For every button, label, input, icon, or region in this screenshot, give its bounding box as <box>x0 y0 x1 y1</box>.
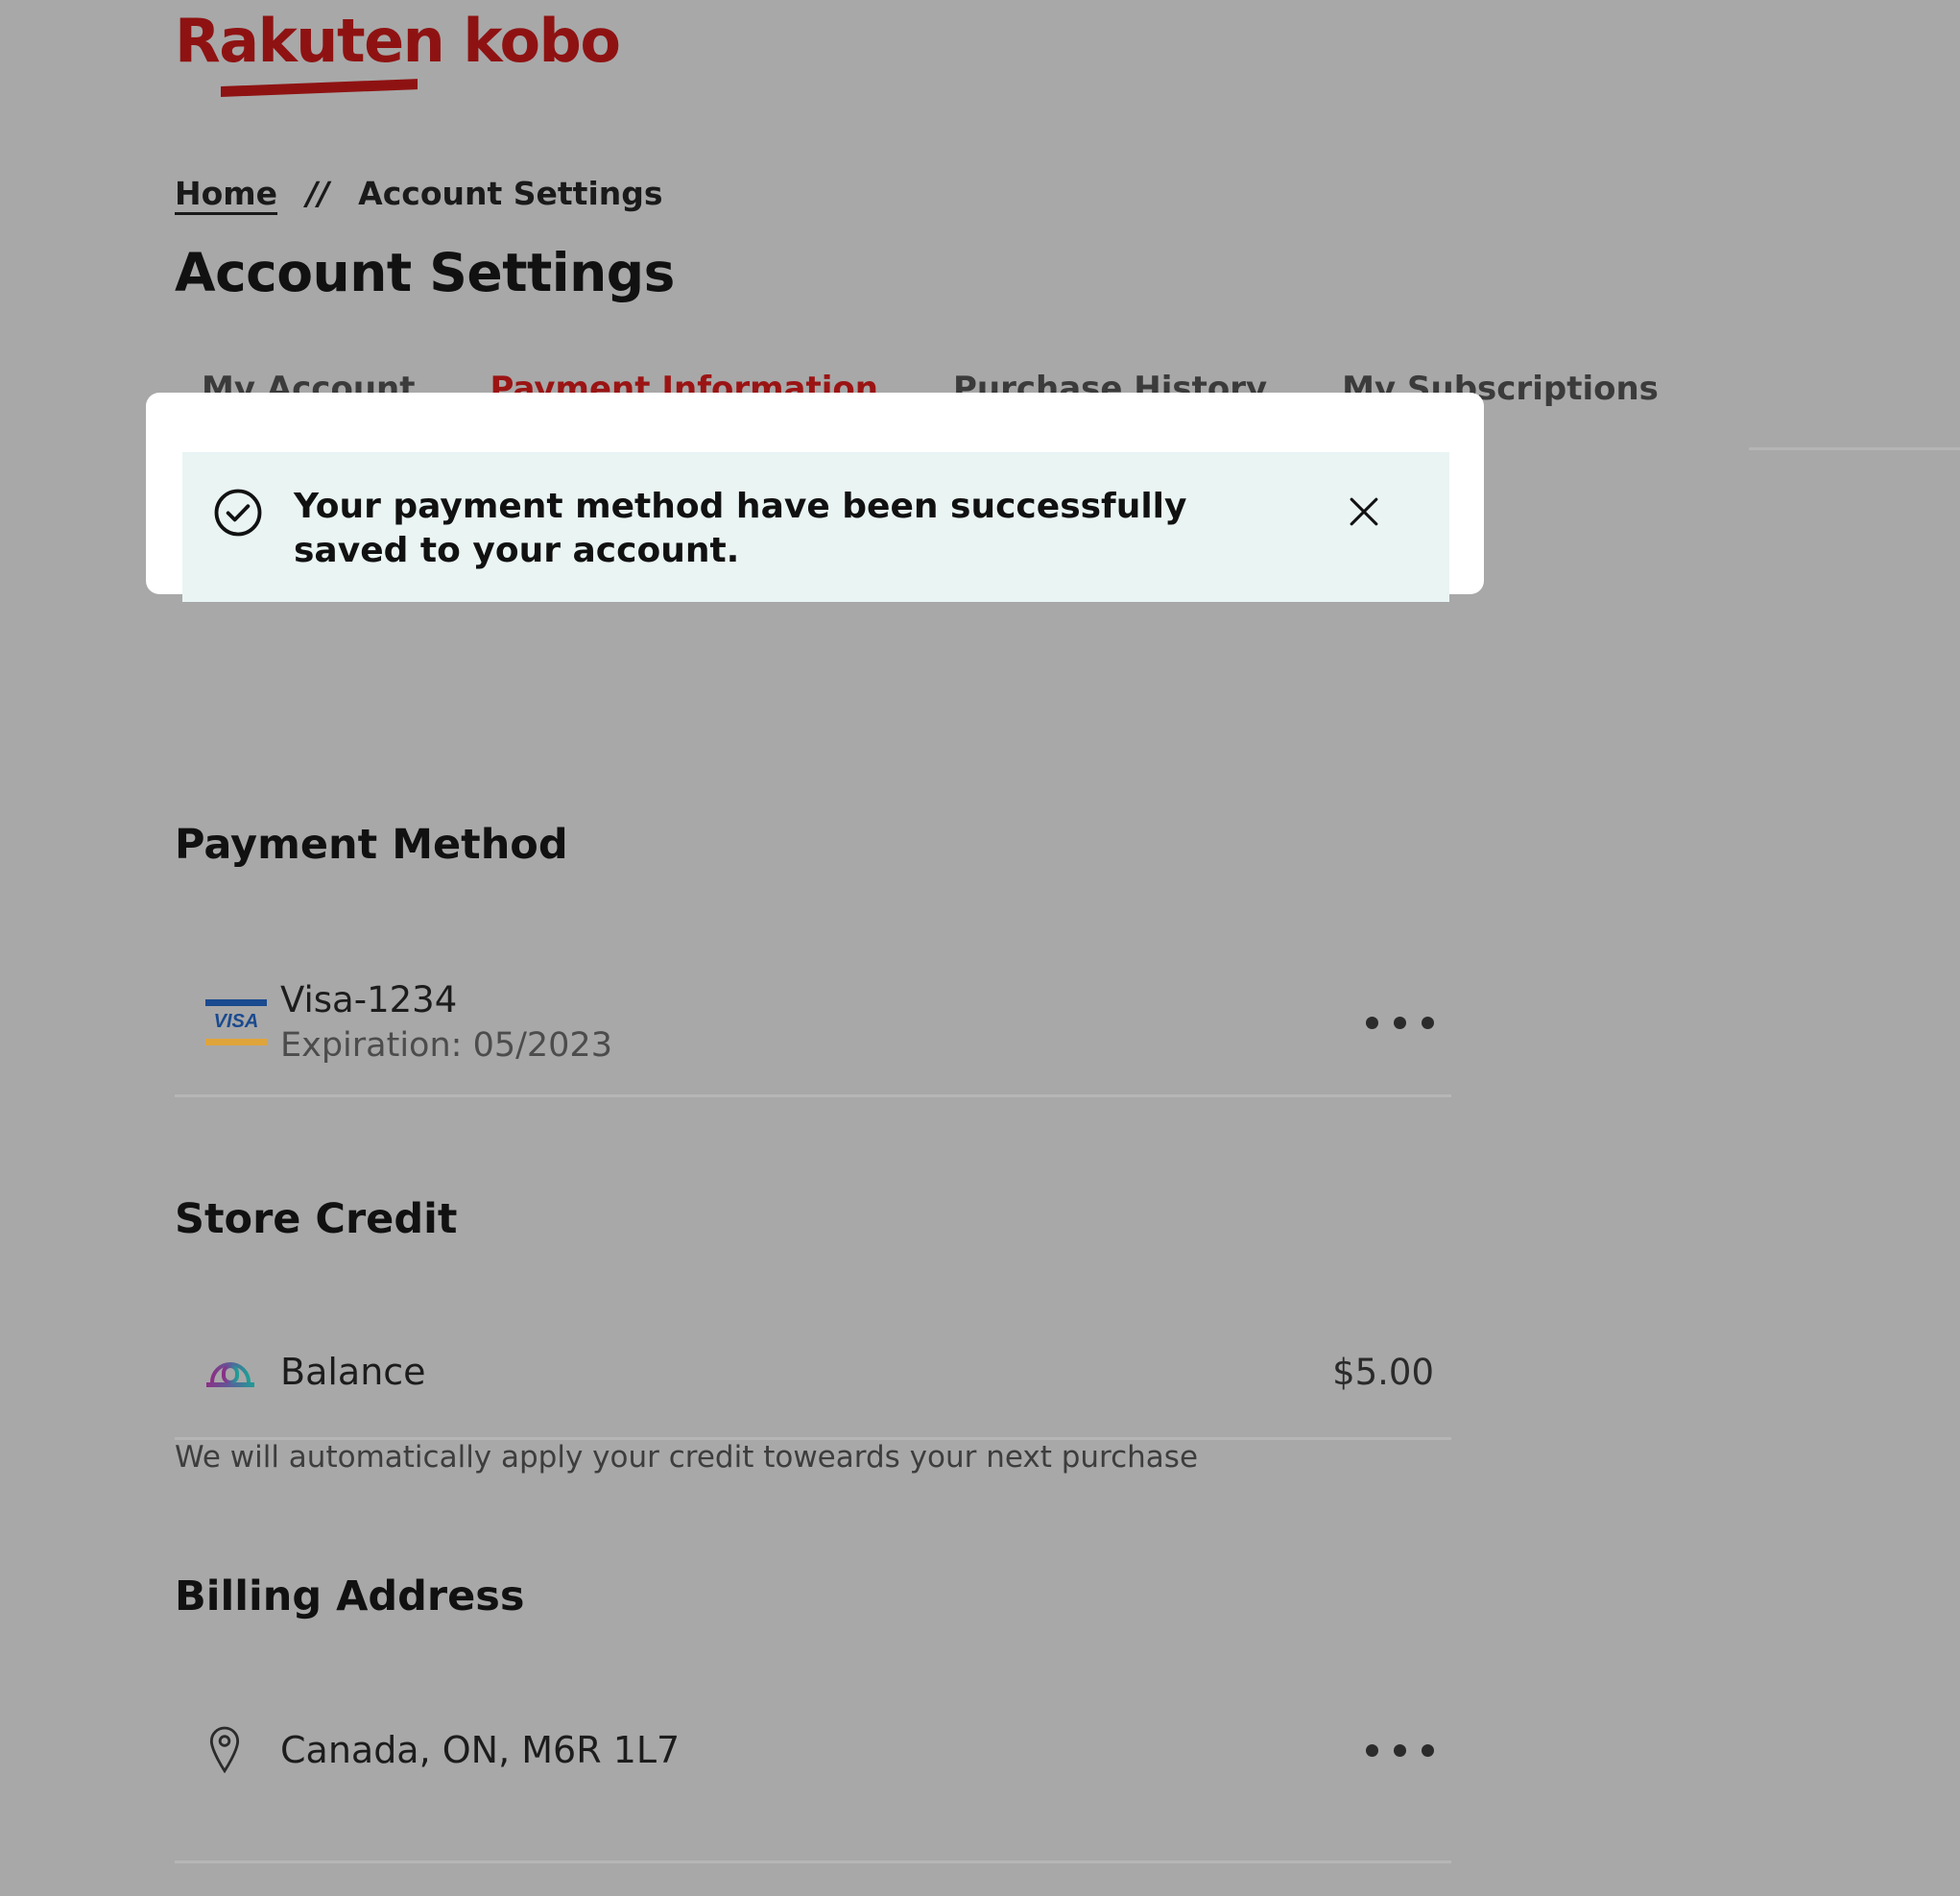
store-credit-row: Balance $5.00 <box>175 1334 1451 1409</box>
rakuten-kobo-logo[interactable]: Rakuten kobo <box>175 12 621 97</box>
breadcrumb-separator: // <box>306 175 330 212</box>
brand-underline-accent <box>221 79 418 97</box>
billing-address-divider <box>175 1860 1451 1863</box>
section-title-store-credit: Store Credit <box>175 1195 458 1243</box>
visa-wordmark: VISA <box>213 1011 259 1032</box>
brand-rakuten: Rakuten <box>175 6 445 76</box>
billing-address-details: Canada, ON, M6R 1L7 <box>280 1729 1366 1771</box>
billing-address-text: Canada, ON, M6R 1L7 <box>280 1729 681 1771</box>
section-title-payment-method: Payment Method <box>175 821 568 869</box>
breadcrumb-current: Account Settings <box>358 175 663 212</box>
store-credit-label: Balance <box>280 1351 426 1393</box>
check-circle-icon <box>182 485 294 539</box>
visa-bottom-bar <box>205 1039 267 1045</box>
map-pin-icon <box>175 1724 280 1776</box>
store-credit-label-wrap: Balance <box>280 1351 1332 1393</box>
visa-top-bar <box>205 999 267 1006</box>
more-options-icon[interactable] <box>1366 1743 1434 1757</box>
store-credit-amount: $5.00 <box>1332 1351 1434 1393</box>
store-credit-amount-wrap: $5.00 <box>1332 1352 1451 1393</box>
section-title-billing-address: Billing Address <box>175 1572 525 1620</box>
close-icon[interactable] <box>1302 485 1426 533</box>
payment-method-divider <box>175 1094 1451 1097</box>
store-credit-note: We will automatically apply your credit … <box>175 1440 1199 1475</box>
payment-method-actions[interactable] <box>1366 1016 1451 1029</box>
more-options-icon[interactable] <box>1366 1016 1434 1029</box>
breadcrumb: Home // Account Settings <box>175 175 663 212</box>
visa-logo-icon: VISA <box>175 996 280 1049</box>
notification-card: Your payment method have been successful… <box>146 393 1484 602</box>
page-title: Account Settings <box>175 242 675 303</box>
toast-message: Your payment method have been successful… <box>294 487 1187 571</box>
payment-method-row[interactable]: VISA Visa-1234 Expiration: 05/2023 <box>175 970 1451 1075</box>
card-name: Visa-1234 <box>280 978 458 1020</box>
store-credit-icon <box>175 1351 280 1393</box>
success-toast: Your payment method have been successful… <box>182 452 1449 602</box>
tabs-divider <box>1749 447 1960 450</box>
payment-method-details: Visa-1234 Expiration: 05/2023 <box>280 979 1366 1067</box>
billing-address-actions[interactable] <box>1366 1743 1451 1757</box>
breadcrumb-home-link[interactable]: Home <box>175 175 277 212</box>
account-settings-page: Rakuten kobo Home // Account Settings Ac… <box>0 0 1960 1896</box>
brand-kobo: kobo <box>463 6 621 76</box>
card-expiration: Expiration: 05/2023 <box>280 1026 612 1066</box>
billing-address-row[interactable]: Canada, ON, M6R 1L7 <box>175 1709 1451 1791</box>
